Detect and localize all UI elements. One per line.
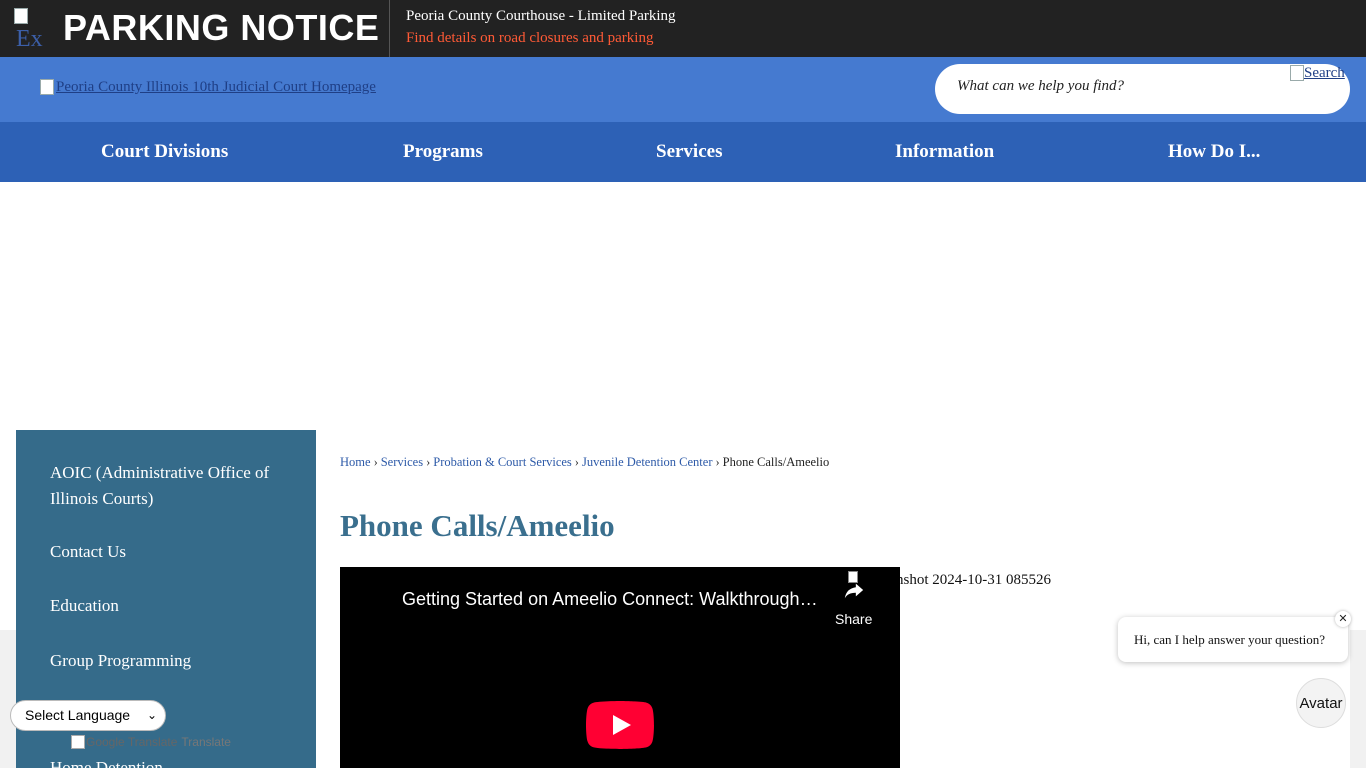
google-translate-link[interactable]: Google Translate Translate — [71, 735, 231, 749]
broken-image-icon — [40, 79, 54, 95]
breadcrumb-separator: › — [715, 455, 720, 469]
breadcrumb-probation[interactable]: Probation & Court Services — [433, 455, 572, 469]
breadcrumb-separator: › — [574, 455, 579, 469]
breadcrumb-separator: › — [373, 455, 378, 469]
search-button-alt: Search — [1304, 65, 1345, 81]
nav-court-divisions[interactable]: Court Divisions — [101, 122, 228, 182]
alert-icon-alt-text: Ex — [16, 26, 43, 48]
share-button[interactable]: Share — [830, 569, 878, 629]
play-icon[interactable] — [586, 701, 654, 749]
alert-divider — [389, 0, 390, 57]
breadcrumb-services[interactable]: Services — [381, 455, 423, 469]
google-translate-icon — [71, 735, 85, 749]
main-content: Home › Services › Probation & Court Services… — [316, 430, 1350, 768]
search-box: Search — [935, 64, 1350, 114]
breadcrumb-juvenile-detention[interactable]: Juvenile Detention Center — [582, 455, 713, 469]
sidebar-item-group-programming[interactable]: Group Programming — [50, 648, 270, 674]
banner-area — [0, 182, 1366, 430]
sidebar-item-education[interactable]: Education — [50, 593, 270, 619]
broken-image-icon — [14, 8, 28, 24]
alert-details-link[interactable]: Find details on road closures and parkin… — [406, 30, 653, 47]
search-icon — [1290, 65, 1304, 81]
breadcrumb-separator: › — [426, 455, 431, 469]
chevron-down-icon: ⌄ — [146, 708, 157, 722]
page-title: Phone Calls/Ameelio — [340, 508, 615, 543]
nav-information[interactable]: Information — [895, 122, 994, 182]
google-translate-alt: Google Translate — [86, 735, 178, 749]
search-input[interactable] — [957, 78, 1277, 95]
nav-programs[interactable]: Programs — [403, 122, 483, 182]
site-header: Peoria County Illinois 10th Judicial Cou… — [0, 57, 1366, 122]
video-title[interactable]: Getting Started on Ameelio Connect: Walk… — [402, 589, 822, 610]
nav-services[interactable]: Services — [656, 122, 722, 182]
sidebar-item-aoic[interactable]: AOIC (Administrative Office of Illinois … — [50, 460, 270, 512]
language-select[interactable]: Select Language ⌄ — [10, 700, 166, 731]
share-icon — [844, 583, 864, 599]
screenshot-image-alt: nshot 2024-10-31 085526 — [896, 572, 1051, 588]
chat-prompt-bubble[interactable]: Hi, can I help answer your question? — [1118, 617, 1348, 662]
sidebar-item-home-detention[interactable]: Home Detention — [50, 758, 163, 778]
alert-icon-image: Ex — [14, 8, 54, 48]
nav-how-do-i[interactable]: How Do I... — [1168, 122, 1260, 182]
language-select-label: Select Language — [25, 707, 131, 723]
main-nav: Court Divisions Programs Services Inform… — [0, 122, 1366, 182]
chat-avatar-button[interactable]: Avatar — [1296, 678, 1346, 728]
alert-headline: Peoria County Courthouse - Limited Parki… — [406, 8, 676, 24]
alert-bar: Ex PARKING NOTICE Peoria County Courthou… — [0, 0, 1366, 57]
share-label: Share — [835, 611, 873, 627]
close-icon[interactable]: ✕ — [1335, 611, 1351, 627]
youtube-video-embed[interactable]: Getting Started on Ameelio Connect: Walk… — [340, 567, 900, 768]
alert-title: PARKING NOTICE — [63, 7, 380, 48]
breadcrumb-home[interactable]: Home — [340, 455, 371, 469]
home-logo-link[interactable]: Peoria County Illinois 10th Judicial Cou… — [40, 79, 376, 96]
sidebar-item-contact-us[interactable]: Contact Us — [50, 539, 270, 565]
logo-alt-text: Peoria County Illinois 10th Judicial Cou… — [56, 79, 376, 95]
breadcrumb-current: Phone Calls/Ameelio — [722, 455, 830, 469]
translate-word: Translate — [181, 735, 231, 749]
search-button[interactable]: Search — [1290, 65, 1345, 82]
breadcrumb: Home › Services › Probation & Court Services… — [340, 455, 829, 470]
